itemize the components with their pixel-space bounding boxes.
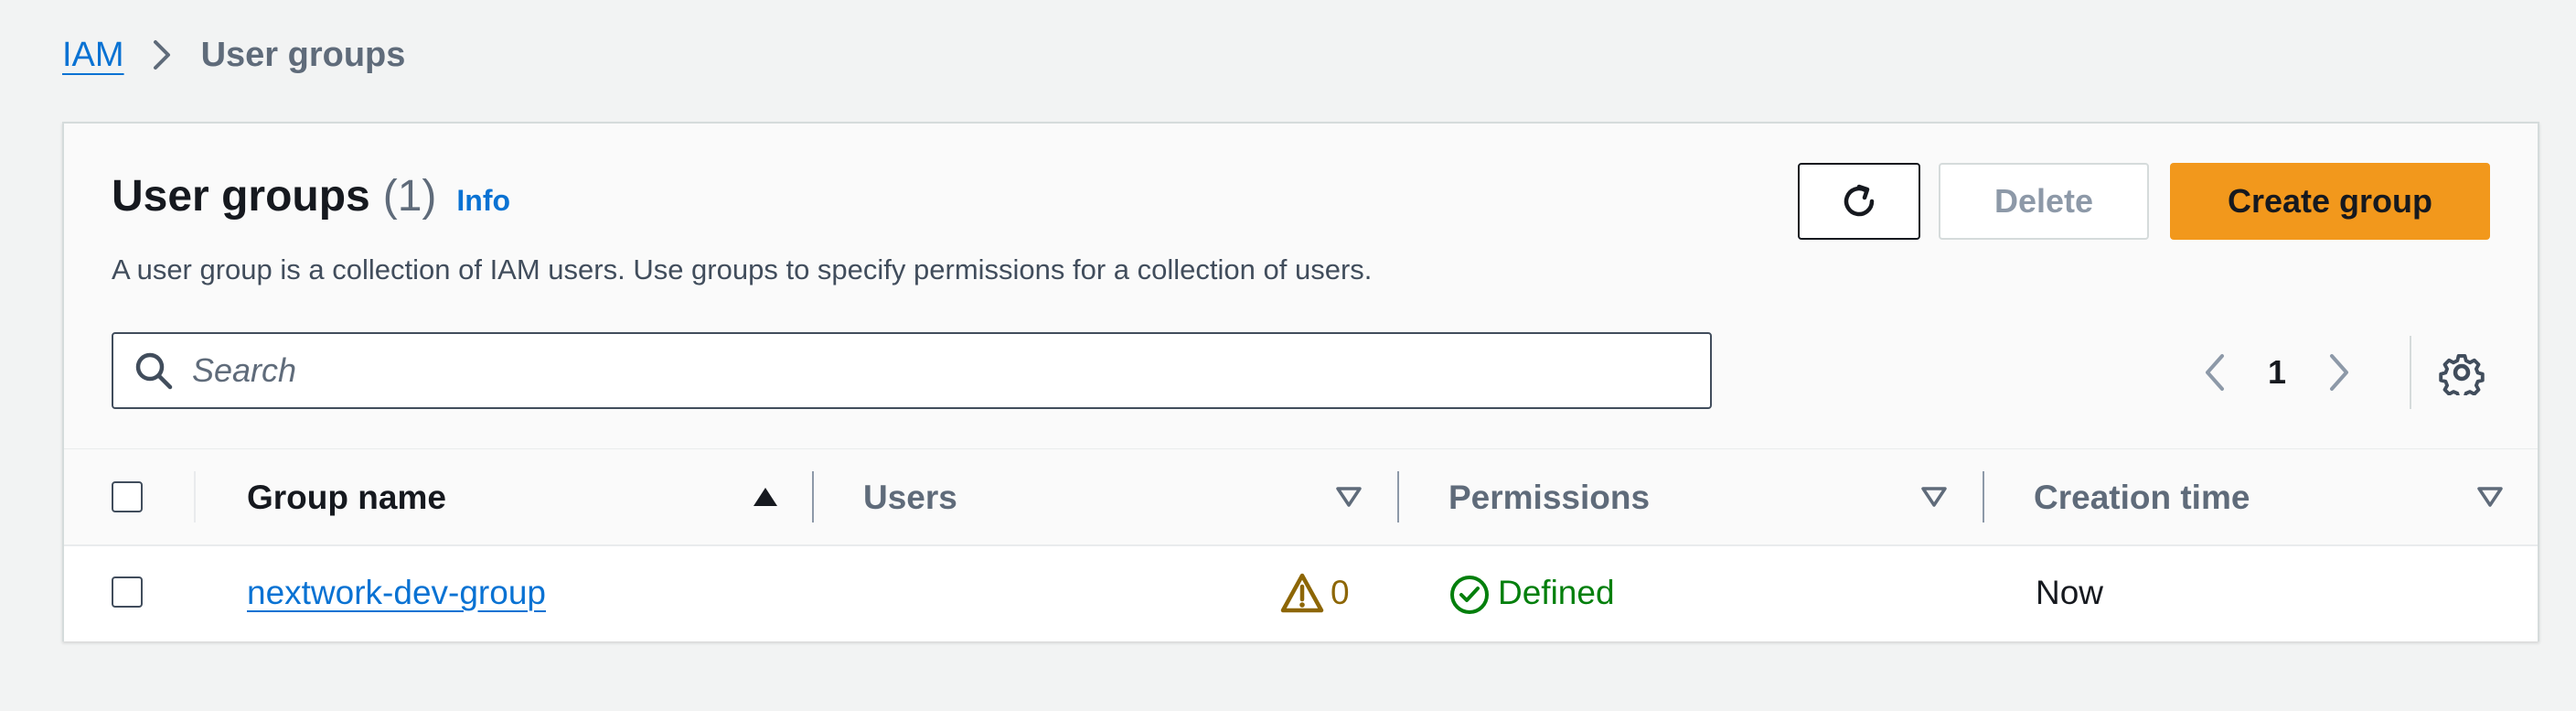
gear-icon[interactable] [2439, 350, 2485, 395]
breadcrumb-iam-link[interactable]: IAM [62, 36, 124, 75]
breadcrumb-current: User groups [200, 35, 406, 74]
sort-ascending-icon[interactable] [752, 486, 779, 508]
chevron-right-icon[interactable] [2328, 352, 2350, 393]
column-divider [1397, 471, 1399, 522]
page-description: A user group is a collection of IAM user… [112, 253, 1373, 285]
refresh-icon [1837, 179, 1881, 223]
sort-down-icon[interactable] [1920, 486, 1948, 508]
permissions-status: Defined [1498, 574, 1615, 611]
delete-button[interactable]: Delete [1939, 163, 2149, 240]
chevron-left-icon[interactable] [2204, 352, 2226, 393]
pagination-divider [2410, 336, 2411, 409]
search-input[interactable] [190, 350, 1657, 391]
column-divider [194, 471, 196, 522]
group-count: (1) [382, 172, 437, 221]
group-name-link[interactable]: nextwork-dev-group [247, 574, 546, 612]
column-header-creation-time[interactable]: Creation time [2034, 479, 2250, 517]
user-groups-container: User groups (1) Info A user group is a c… [62, 122, 2539, 641]
column-divider [812, 471, 814, 522]
search-icon [134, 350, 174, 391]
page-title: User groups [112, 172, 370, 221]
refresh-button[interactable] [1798, 163, 1920, 240]
warning-icon [1280, 572, 1324, 614]
check-circle-icon [1448, 574, 1491, 616]
table-header: Group name Users Permissions Creation ti… [64, 449, 2538, 546]
container-header: User groups (1) Info A user group is a c… [64, 124, 2538, 449]
search-box[interactable] [112, 332, 1712, 409]
info-link[interactable]: Info [456, 184, 510, 218]
column-divider [1983, 471, 1984, 522]
create-group-button[interactable]: Create group [2170, 163, 2490, 240]
sort-down-icon[interactable] [2476, 486, 2504, 508]
row-checkbox[interactable] [112, 576, 143, 608]
breadcrumb: IAM User groups [62, 27, 405, 82]
select-all-checkbox[interactable] [112, 481, 143, 512]
title-row: User groups (1) Info [112, 171, 510, 221]
users-count: 0 [1331, 574, 1350, 611]
pagination: 1 [2204, 347, 2350, 398]
sort-down-icon[interactable] [1335, 486, 1363, 508]
chevron-right-icon [152, 38, 172, 71]
column-header-users[interactable]: Users [863, 479, 957, 517]
page-number[interactable]: 1 [2268, 353, 2286, 392]
column-header-group-name[interactable]: Group name [247, 479, 446, 517]
creation-time: Now [2036, 574, 2104, 611]
table-row: nextwork-dev-group 0 Defined Now [64, 546, 2538, 641]
column-header-permissions[interactable]: Permissions [1448, 479, 1650, 517]
